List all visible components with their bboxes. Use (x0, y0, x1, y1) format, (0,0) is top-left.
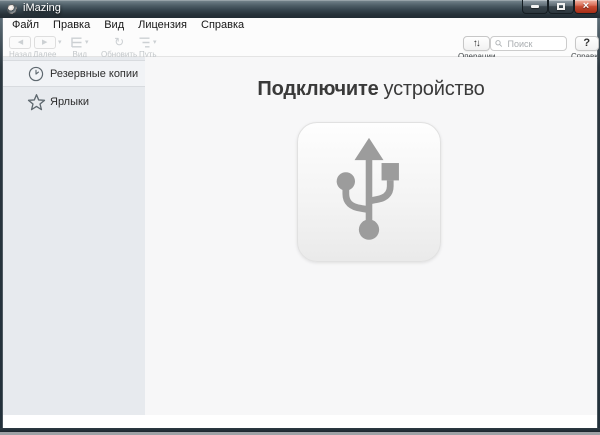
search-input[interactable] (506, 38, 563, 50)
close-button[interactable]: × (574, 0, 598, 14)
search-icon (495, 39, 503, 48)
back-button[interactable]: ◀ Назад (9, 36, 32, 59)
menu-item-edit[interactable]: Правка (46, 18, 97, 33)
sidebar-item-label: Резервные копии (50, 68, 138, 80)
chevron-down-icon: ▾ (58, 39, 62, 46)
star-icon (25, 93, 47, 112)
status-bar (3, 415, 597, 428)
view-mode-button[interactable]: ▾ Вид (71, 36, 89, 59)
sidebar: Резервные копии Ярлыки (3, 57, 145, 415)
path-list-icon (139, 37, 151, 48)
minimize-button[interactable] (522, 0, 548, 14)
imazing-window: iMazing × Файл Правка Вид Лицензия Справ… (0, 0, 600, 435)
page-title: Подключите устройство (145, 78, 597, 101)
menu-item-view[interactable]: Вид (97, 18, 131, 33)
menubar: Файл Правка Вид Лицензия Справка (3, 18, 597, 33)
history-dropdown[interactable]: ▾ (58, 39, 62, 46)
toolbar: ◀ Назад ▶ Далее ▾ ▾ Вид ↻ Обновить (3, 33, 597, 57)
chevron-down-icon: ▾ (85, 39, 89, 46)
menu-item-file[interactable]: Файл (5, 18, 46, 33)
close-icon: × (583, 1, 589, 12)
maximize-button[interactable] (548, 0, 574, 14)
page-title-regular: устройство (384, 78, 485, 100)
usb-connector-icon (319, 136, 419, 248)
sidebar-item-backups[interactable]: Резервные копии (3, 60, 145, 87)
menu-item-license[interactable]: Лицензия (131, 18, 194, 33)
sidebar-item-shortcuts[interactable]: Ярлыки (3, 88, 145, 116)
list-view-icon (71, 37, 83, 48)
maximize-icon (557, 3, 565, 10)
minimize-icon (531, 5, 539, 8)
titlebar[interactable]: iMazing × (0, 0, 600, 18)
back-icon: ◀ (18, 39, 23, 46)
path-button[interactable]: ▾ Путь (139, 36, 157, 59)
page-title-bold: Подключите (257, 78, 378, 100)
clock-icon (25, 66, 47, 82)
imazing-app-icon (7, 4, 17, 14)
sidebar-item-label: Ярлыки (50, 96, 89, 108)
search-field[interactable] (490, 36, 567, 51)
refresh-icon: ↻ (114, 36, 124, 49)
window-controls: × (522, 0, 598, 14)
forward-icon: ▶ (42, 39, 47, 46)
usb-device-card (297, 122, 441, 262)
menu-item-help[interactable]: Справка (194, 18, 251, 33)
refresh-button[interactable]: ↻ Обновить (101, 36, 137, 59)
main-content: Подключите устройство (145, 57, 597, 415)
question-mark-icon: ? (583, 38, 590, 49)
chevron-down-icon: ▾ (153, 39, 157, 46)
operations-arrows-icon: ↑↓ (473, 39, 481, 49)
window-title: iMazing (23, 2, 61, 14)
forward-button[interactable]: ▶ Далее (33, 36, 56, 59)
